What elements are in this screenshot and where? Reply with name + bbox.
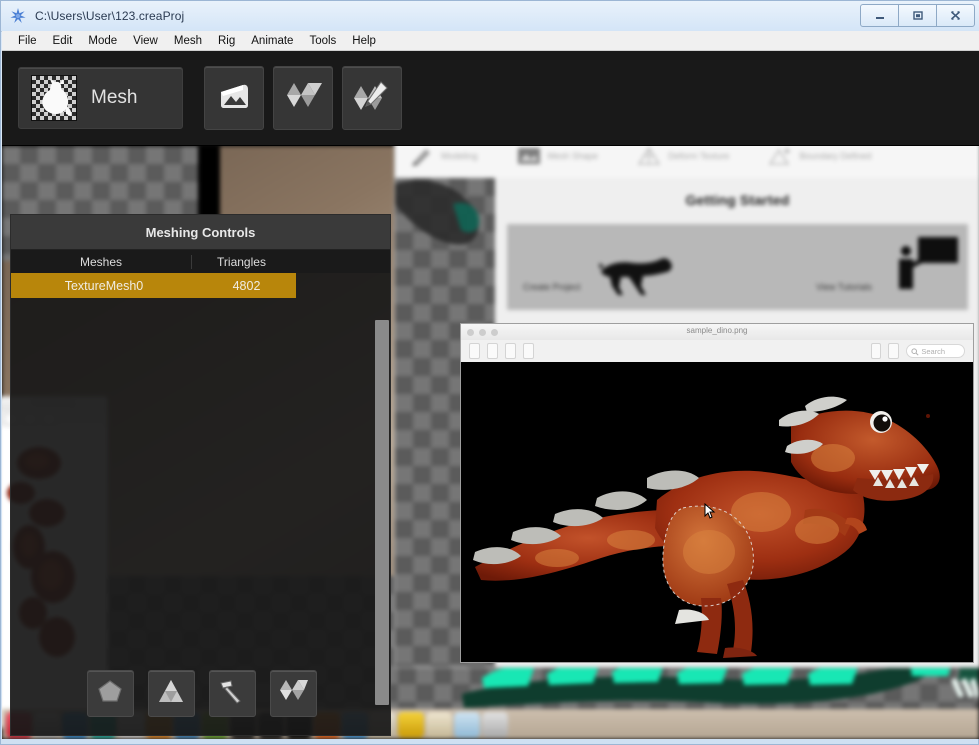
create-project-label[interactable]: Create Project	[523, 282, 581, 292]
image-viewer-title: sample_dino.png	[686, 326, 748, 335]
mac-tool-label: Mesh Shape	[547, 151, 599, 161]
maximize-button[interactable]	[898, 4, 937, 27]
mesh-shape-icon	[516, 146, 542, 167]
menu-tools[interactable]: Tools	[301, 33, 344, 49]
minimize-button[interactable]	[860, 4, 899, 27]
menu-bar: File Edit Mode View Mesh Rig Animate Too…	[2, 31, 979, 51]
menu-mode[interactable]: Mode	[80, 33, 125, 49]
triangles-icon	[278, 678, 308, 709]
title-bar: C:\Users\User\123.creaProj	[1, 1, 979, 32]
window-controls	[860, 4, 975, 27]
image-viewer-titlebar: sample_dino.png	[461, 324, 973, 340]
panel-tool-bar	[11, 670, 392, 717]
mac-tool-label: Deform Texture	[668, 151, 730, 161]
menu-file[interactable]: File	[10, 33, 45, 49]
image-viewer-window: sample_dino.png Search	[460, 323, 974, 663]
mac-tool-label: Modeling	[441, 151, 478, 161]
menu-mesh[interactable]: Mesh	[166, 33, 210, 49]
cell-triangle-count: 4802	[232, 278, 261, 293]
application-window: C:\Users\User\123.creaProj File Edit Mod…	[0, 0, 979, 745]
mesh-thumbnail-icon	[31, 75, 77, 121]
menu-animate[interactable]: Animate	[243, 33, 301, 49]
hammer-icon	[218, 678, 246, 709]
mac-tool-modeling[interactable]: Modeling	[409, 146, 478, 167]
menu-edit[interactable]: Edit	[45, 33, 81, 49]
triangulate-button[interactable]	[273, 66, 333, 130]
share-icon[interactable]	[522, 343, 534, 359]
dock-icon[interactable]	[398, 712, 424, 738]
dock-icon[interactable]	[482, 712, 508, 738]
search-placeholder: Search	[921, 346, 946, 356]
view-tutorials-label[interactable]: View Tutorials	[816, 282, 872, 292]
panel-scrollbar[interactable]	[375, 320, 389, 705]
image-import-icon	[217, 81, 251, 116]
image-viewer-canvas[interactable]	[461, 362, 973, 662]
cell-mesh-name: TextureMesh0	[64, 278, 144, 293]
dock-icon[interactable]	[426, 712, 452, 738]
menu-help[interactable]: Help	[344, 33, 384, 49]
application-body: Window Modeling	[2, 51, 979, 739]
subdivide-tool-button[interactable]	[147, 670, 195, 717]
image-viewer-toolbar: Search	[461, 340, 973, 363]
mac-tool-label: Boundary Defined	[799, 151, 872, 161]
table-header: Meshes Triangles	[11, 250, 390, 273]
modeling-icon	[409, 146, 435, 167]
window-title: C:\Users\User\123.creaProj	[35, 9, 185, 23]
markup-icon[interactable]	[870, 343, 882, 359]
main-toolbar: Mesh	[2, 51, 979, 146]
menu-view[interactable]: View	[125, 33, 166, 49]
column-header-triangles[interactable]: Triangles	[192, 255, 291, 269]
rotate-icon[interactable]	[888, 343, 900, 359]
mesh-mode-button[interactable]: Mesh	[18, 67, 183, 129]
pentagon-icon	[97, 678, 123, 709]
import-image-button[interactable]	[204, 66, 264, 130]
mesh-button-label: Mesh	[91, 87, 138, 108]
hammer-tool-button[interactable]	[208, 670, 256, 717]
zoom-out-icon[interactable]	[504, 343, 516, 359]
panther-silhouette-icon	[599, 255, 677, 302]
edit-mesh-button[interactable]	[342, 66, 402, 130]
getting-started-title: Getting Started	[685, 192, 790, 208]
presenter-silhouette-icon	[892, 235, 958, 304]
mac-tool-boundary-defined[interactable]: Boundary Defined	[767, 146, 872, 167]
close-button[interactable]	[936, 4, 975, 27]
triangles-pencil-icon	[353, 80, 391, 117]
column-header-meshes[interactable]: Meshes	[11, 254, 192, 269]
triangles-icon	[284, 81, 322, 116]
mac-tool-mesh-shape[interactable]: Mesh Shape	[516, 146, 599, 167]
getting-started-card: Create Project View Tutorials	[507, 224, 968, 310]
sidebar-toggle-icon[interactable]	[469, 343, 480, 359]
table-row[interactable]: TextureMesh0 4802	[11, 273, 296, 298]
polygon-tool-button[interactable]	[86, 670, 134, 717]
panel-title: Meshing Controls	[11, 215, 390, 250]
search-input[interactable]: Search	[906, 344, 966, 358]
menu-rig[interactable]: Rig	[210, 33, 243, 49]
dock-icon[interactable]	[454, 712, 480, 738]
boundary-defined-icon	[767, 146, 793, 167]
mac-toolbar: Modeling Mesh Shape Deform Texture Bound…	[395, 146, 979, 179]
app-star-icon	[7, 5, 29, 27]
triangles-tool-button[interactable]	[269, 670, 317, 717]
zoom-in-icon[interactable]	[486, 343, 498, 359]
mac-tool-deform-texture[interactable]: Deform Texture	[636, 146, 729, 167]
meshing-controls-panel: Meshing Controls Meshes Triangles Textur…	[10, 214, 391, 736]
deform-texture-icon	[636, 146, 662, 167]
triangle-subdivide-icon	[157, 678, 185, 709]
